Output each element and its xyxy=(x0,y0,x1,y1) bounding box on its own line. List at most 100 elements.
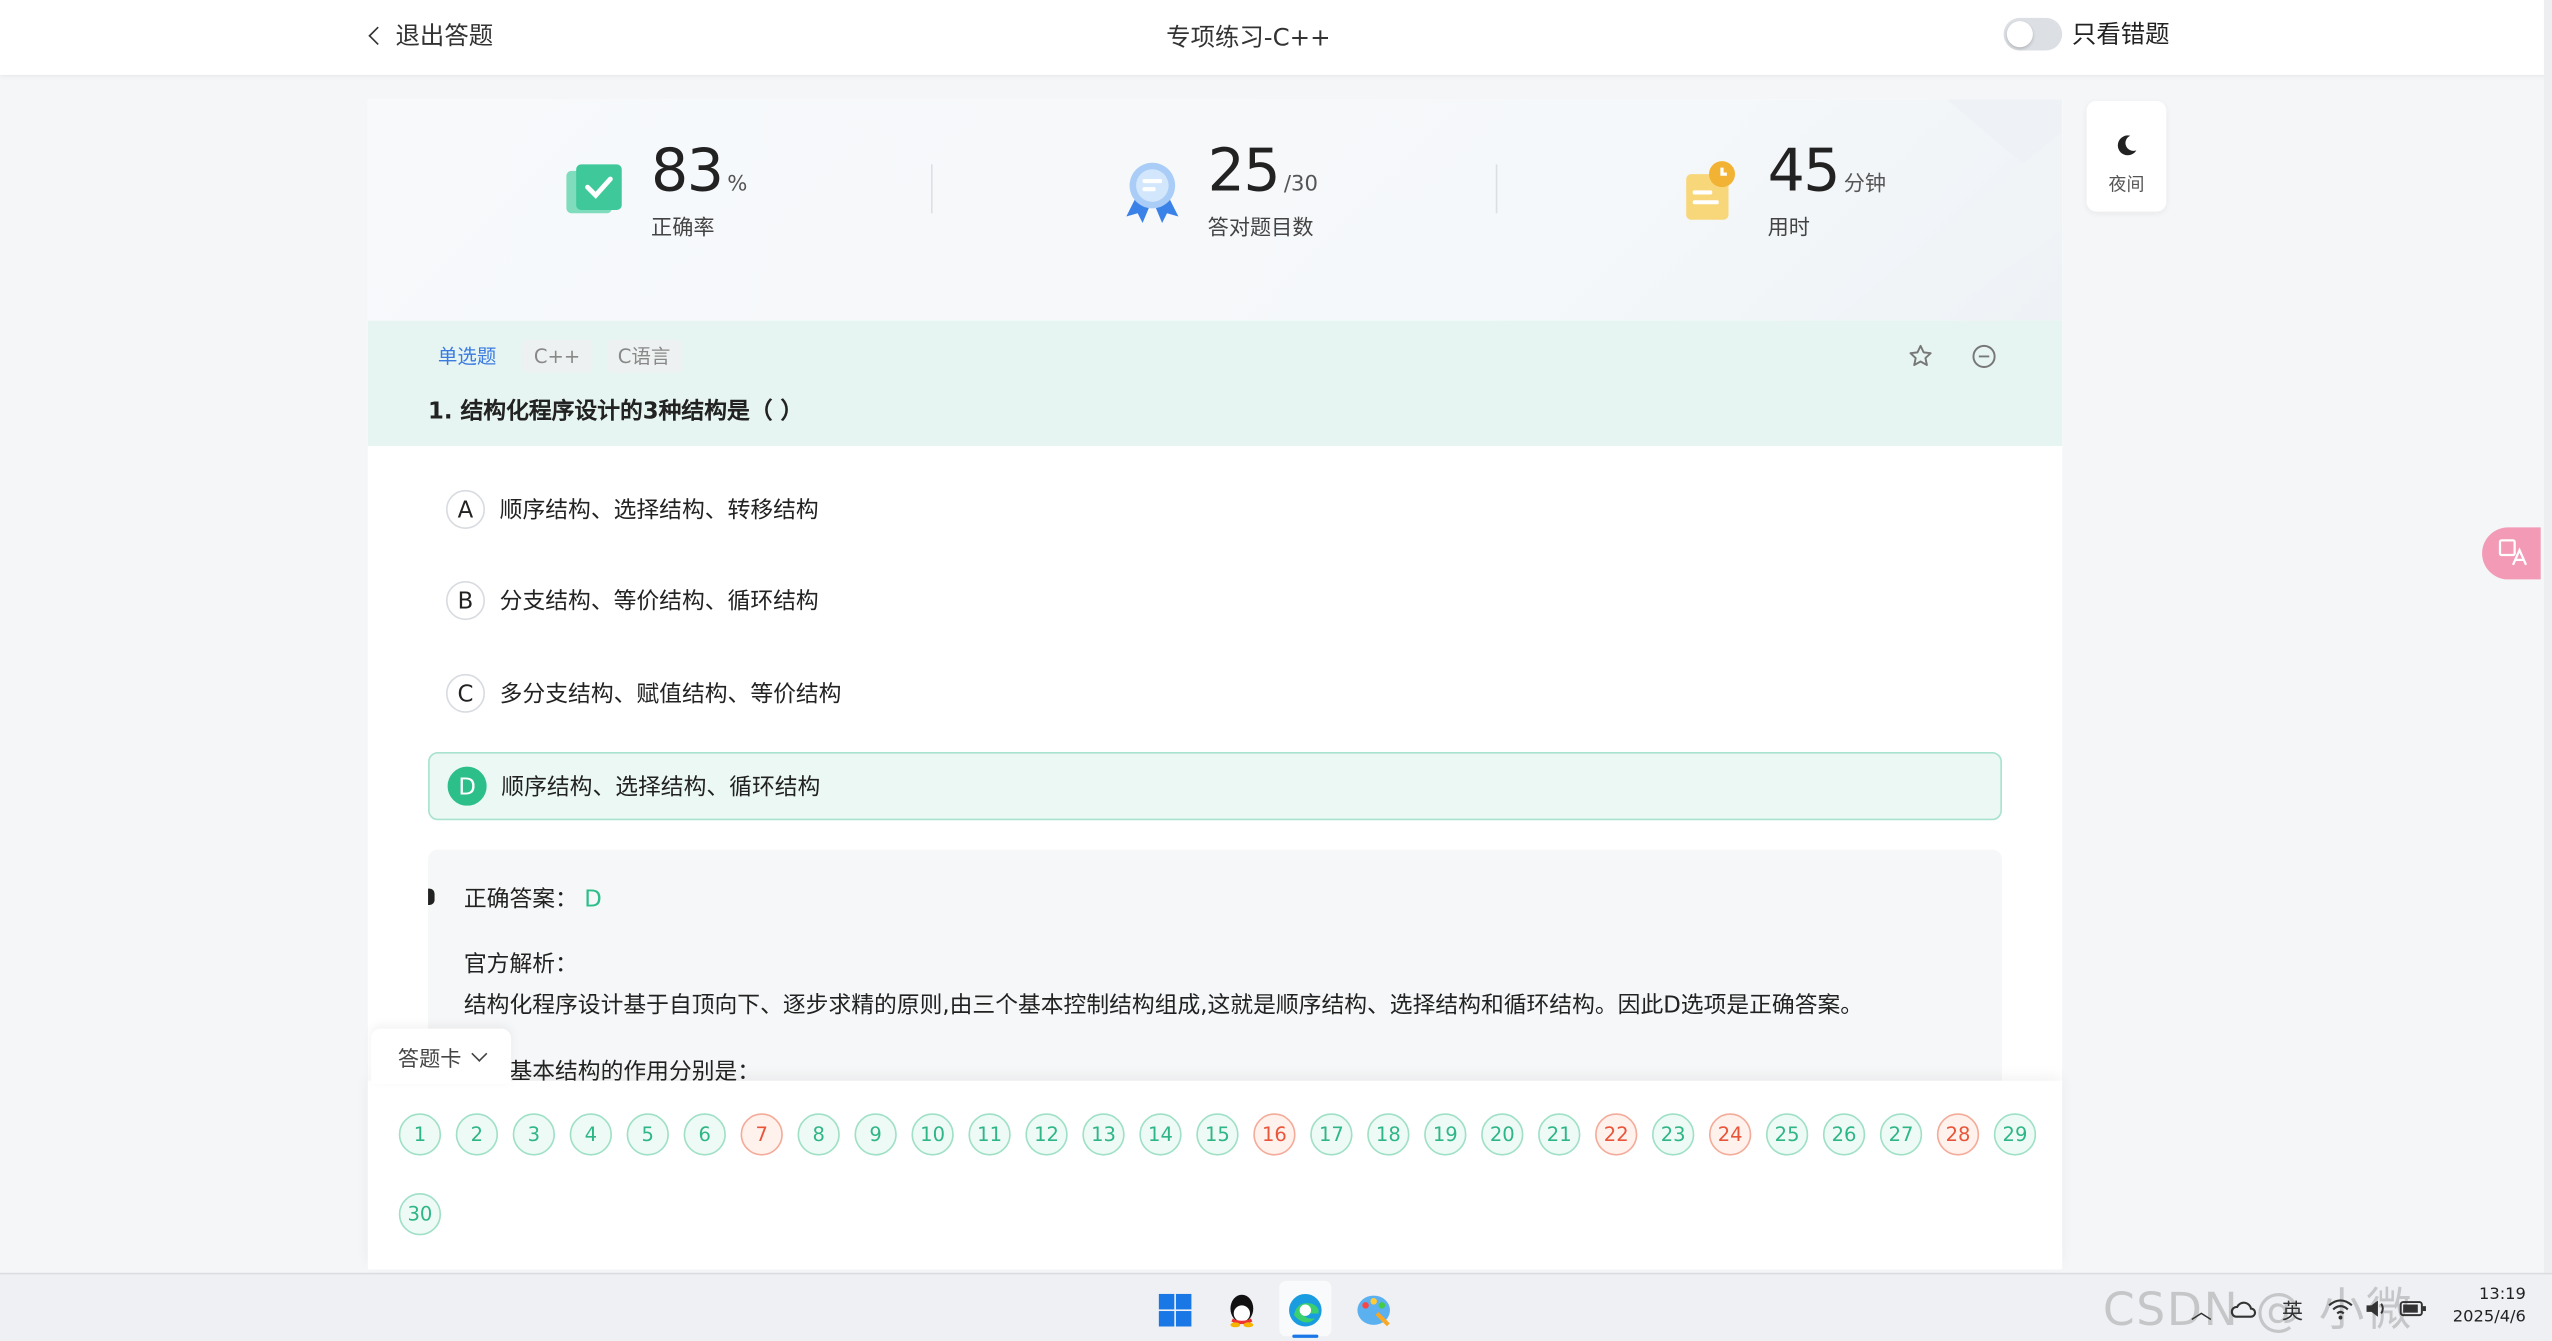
cloud-icon[interactable] xyxy=(2230,1296,2259,1325)
tray-chevron-up-icon[interactable]: ︿ xyxy=(2191,1294,2212,1324)
night-mode-button[interactable]: 夜间 xyxy=(2086,100,2167,212)
answer-sheet-panel: 1 2 3 4 5 6 7 8 9 10 11 12 13 14 15 16 17 18 19 20 21 22 23 24 2… xyxy=(367,1080,2063,1270)
question-number-29[interactable]: 29 xyxy=(1993,1113,2037,1156)
question-number-12[interactable]: 12 xyxy=(1025,1113,1068,1156)
question-number-4[interactable]: 4 xyxy=(569,1113,612,1156)
question-header: 单选题 C++ C语言 1. 结构化程序设计的3种结构是（ ） xyxy=(367,320,2063,446)
remove-circle-icon[interactable] xyxy=(1971,343,1997,369)
paint-app-icon[interactable] xyxy=(1356,1292,1392,1328)
page-scrollbar[interactable] xyxy=(2543,0,2552,1273)
system-clock[interactable]: 13:19 2025/4/6 xyxy=(2453,1284,2526,1330)
tag-c-language: C语言 xyxy=(606,340,682,373)
app-root: 退出答题 专项练习-C++ 只看错题 83% 正确率 25 /30 答对题目数 … xyxy=(0,0,2552,1341)
option-text: 分支结构、等价结构、循环结构 xyxy=(499,589,819,616)
question-number-20[interactable]: 20 xyxy=(1481,1113,1524,1156)
correct-answer: 正确答案： D xyxy=(464,882,602,915)
option-letter: A xyxy=(445,489,486,529)
question-number-2[interactable]: 2 xyxy=(455,1113,499,1156)
tag-question-type: 单选题 xyxy=(437,345,497,368)
answer-sheet-label: 答题卡 xyxy=(397,1047,462,1072)
question-number-3[interactable]: 3 xyxy=(512,1113,556,1156)
question-number-21[interactable]: 21 xyxy=(1538,1113,1581,1156)
time-unit: 分钟 xyxy=(1843,172,1887,197)
correct-answer-value: D xyxy=(584,887,602,914)
correct-count-unit: /30 xyxy=(1283,172,1318,197)
translate-icon xyxy=(2498,539,2528,566)
question-text: 1. 结构化程序设计的3种结构是（ ） xyxy=(428,398,804,425)
analysis-heading: 官方解析： xyxy=(463,952,578,979)
top-bar: 退出答题 专项练习-C++ 只看错题 xyxy=(0,0,2549,75)
option-c[interactable]: C 多分支结构、赋值结构、等价结构 xyxy=(428,661,2002,726)
option-b[interactable]: B 分支结构、等价结构、循环结构 xyxy=(428,568,2002,633)
ime-indicator[interactable]: 英 xyxy=(2282,1294,2303,1324)
correct-count-value: 25 xyxy=(1207,138,1281,206)
option-letter: D xyxy=(447,766,487,806)
clock-note-icon xyxy=(1686,161,1736,220)
option-text: 顺序结构、选择结构、转移结构 xyxy=(499,498,819,525)
question-number-22[interactable]: 22 xyxy=(1595,1113,1638,1156)
answer-sheet-tab[interactable]: 答题卡 xyxy=(371,1028,512,1084)
question-number-25[interactable]: 25 xyxy=(1765,1113,1809,1156)
moon-icon xyxy=(2117,135,2137,156)
tag-cpp: C++ xyxy=(522,340,592,373)
edge-browser-icon[interactable] xyxy=(1287,1292,1323,1328)
wrong-only-label: 只看错题 xyxy=(2071,19,2170,49)
question-number-5[interactable]: 5 xyxy=(626,1113,669,1156)
analysis-text: 结构化程序设计基于自顶向下、逐步求精的原则,由三个基本控制结构组成,这就是顺序结… xyxy=(463,992,1864,1019)
award-badge-icon xyxy=(1126,162,1179,223)
translate-button[interactable] xyxy=(2482,527,2541,580)
wrong-only-toggle[interactable] xyxy=(2003,17,2063,50)
question-number-15[interactable]: 15 xyxy=(1196,1113,1239,1156)
time-value: 45 xyxy=(1767,138,1841,206)
active-app-indicator xyxy=(1292,1334,1319,1338)
qq-icon[interactable] xyxy=(1224,1292,1260,1328)
option-d-selected[interactable]: D 顺序结构、选择结构、循环结构 xyxy=(428,751,2002,821)
question-number-10[interactable]: 10 xyxy=(911,1113,954,1156)
question-number-1[interactable]: 1 xyxy=(398,1113,442,1156)
question-number-23[interactable]: 23 xyxy=(1652,1113,1695,1156)
stat-time: 45 分钟 用时 xyxy=(1680,138,1886,241)
question-number-18[interactable]: 18 xyxy=(1367,1113,1410,1156)
question-number-9[interactable]: 9 xyxy=(854,1113,897,1156)
volume-icon[interactable] xyxy=(2363,1296,2389,1322)
accuracy-unit: % xyxy=(727,172,748,197)
question-number-27[interactable]: 27 xyxy=(1879,1113,1923,1156)
accuracy-label: 正确率 xyxy=(651,216,715,241)
accuracy-value: 83 xyxy=(651,138,724,206)
question-number-7[interactable]: 7 xyxy=(740,1113,783,1156)
option-letter: C xyxy=(445,673,486,713)
stat-correct-count: 25/30 答对题目数 xyxy=(1120,138,1318,241)
battery-icon[interactable] xyxy=(2399,1296,2428,1322)
option-text: 多分支结构、赋值结构、等价结构 xyxy=(499,681,842,709)
clock-date: 2025/4/6 xyxy=(2452,1308,2526,1327)
question-number-17[interactable]: 17 xyxy=(1310,1113,1353,1156)
correct-count-label: 答对题目数 xyxy=(1207,216,1314,241)
night-mode-label: 夜间 xyxy=(2108,174,2145,196)
question-number-13[interactable]: 13 xyxy=(1082,1113,1125,1156)
question-number-11[interactable]: 11 xyxy=(968,1113,1011,1156)
correct-answer-label: 正确答案： xyxy=(463,887,578,914)
question-number-28[interactable]: 28 xyxy=(1936,1113,1980,1156)
taskbar: CSDN @ 小微 ︿ 英 13:19 2025/4/6 xyxy=(0,1272,2552,1341)
question-number-26[interactable]: 26 xyxy=(1822,1113,1866,1156)
question-number-6[interactable]: 6 xyxy=(683,1113,726,1156)
time-label: 用时 xyxy=(1767,216,1810,241)
stats-panel: 83% 正确率 25/30 答对题目数 45 分钟 用时 xyxy=(367,99,2063,321)
question-number-14[interactable]: 14 xyxy=(1139,1113,1182,1156)
windows-start-icon[interactable] xyxy=(1157,1292,1193,1328)
question-number-16[interactable]: 16 xyxy=(1253,1113,1296,1156)
check-book-icon xyxy=(566,164,622,214)
wifi-icon[interactable] xyxy=(2327,1296,2353,1322)
stat-divider xyxy=(1495,164,1498,214)
wrong-only-toggle-group: 只看错题 xyxy=(2003,16,2170,50)
stat-accuracy: 83% 正确率 xyxy=(563,138,747,241)
question-number-30[interactable]: 30 xyxy=(398,1193,442,1236)
star-icon[interactable] xyxy=(1908,343,1934,369)
option-a[interactable]: A 顺序结构、选择结构、转移结构 xyxy=(428,477,2002,542)
question-tags: 单选题 C++ C语言 xyxy=(428,340,696,373)
question-number-24[interactable]: 24 xyxy=(1708,1113,1752,1156)
bullet-marker xyxy=(428,888,435,905)
stat-divider xyxy=(930,164,933,214)
question-number-8[interactable]: 8 xyxy=(797,1113,840,1156)
question-number-19[interactable]: 19 xyxy=(1424,1113,1467,1156)
